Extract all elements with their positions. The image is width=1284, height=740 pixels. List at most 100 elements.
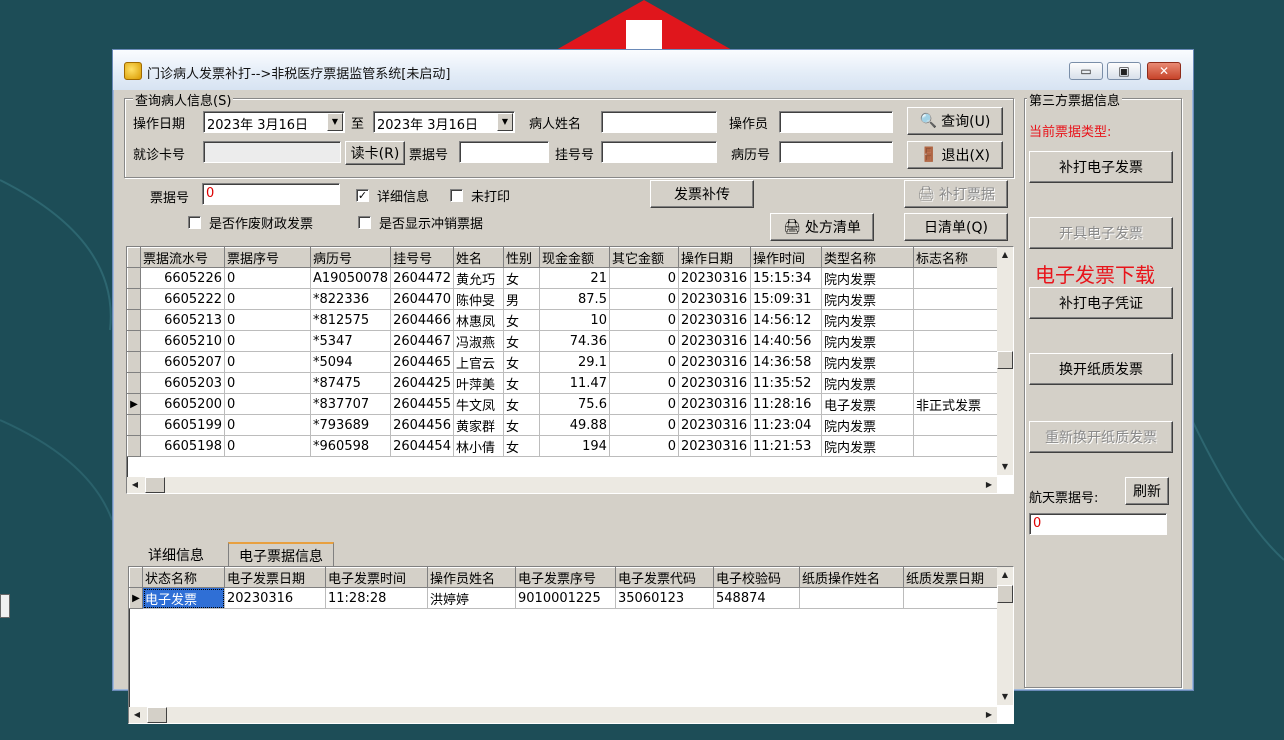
table-cell[interactable]: *5347 <box>310 330 392 352</box>
table-cell[interactable]: 20230316 <box>678 351 751 373</box>
table-cell[interactable]: 黄允巧 <box>453 267 504 289</box>
table-cell[interactable]: 0 <box>224 309 311 331</box>
table-row[interactable]: 6605210 0 *5347 2604467 冯淑燕女 74.36 0 20230316 14… <box>127 330 1007 352</box>
table-row[interactable]: 6605207 0 *5094 2604465 上官云女 29.1 0 20230316 14:… <box>127 351 1007 373</box>
table-cell[interactable]: 6605226 <box>140 267 225 289</box>
table-cell[interactable] <box>799 587 904 609</box>
table-cell[interactable]: 女 <box>503 414 540 436</box>
table-cell[interactable]: 0 <box>224 288 311 310</box>
table-cell[interactable]: 院内发票 <box>821 351 914 373</box>
table-cell[interactable]: 女 <box>503 309 540 331</box>
table-cell[interactable] <box>913 288 1002 310</box>
table-cell[interactable]: 6605213 <box>140 309 225 331</box>
exit-button[interactable]: 🚪 退出(X) <box>907 141 1003 169</box>
table-cell[interactable]: 0 <box>609 309 679 331</box>
table-cell[interactable]: 牛文凤 <box>453 393 504 415</box>
e-invoice-grid-hscroll[interactable]: ◀ ▶ <box>129 707 997 723</box>
table-row[interactable]: 6605199 0 *793689 2604456 黄家群女 49.88 0 20230316… <box>127 414 1007 436</box>
table-cell[interactable]: 14:36:58 <box>750 351 822 373</box>
row-indicator[interactable] <box>127 351 141 373</box>
table-cell[interactable]: 男 <box>503 288 540 310</box>
vscroll-thumb[interactable] <box>997 585 1013 603</box>
table-cell[interactable] <box>913 309 1002 331</box>
column-header[interactable]: 性别 <box>502 247 540 268</box>
table-cell[interactable]: 0 <box>224 393 311 415</box>
table-cell[interactable]: 11:35:52 <box>750 372 822 394</box>
scroll-left-icon[interactable]: ◀ <box>129 707 145 723</box>
table-cell[interactable]: 0 <box>609 351 679 373</box>
table-row[interactable]: 6605226 0 A19050078 2604472 黄允巧女 21 0 20230316 1… <box>127 267 1007 289</box>
e-invoice-grid[interactable]: 状态名称 电子发票日期 电子发票时间 操作员姓名 电子发票序号 电子发票代码 电子校验码 纸质… <box>128 566 1014 724</box>
show-reversed-checkbox[interactable]: 是否显示冲销票据 <box>358 213 483 232</box>
table-cell[interactable]: 49.88 <box>539 414 610 436</box>
table-cell[interactable]: 0 <box>609 330 679 352</box>
table-cell[interactable]: 11:21:53 <box>750 435 822 457</box>
table-cell[interactable]: 0 <box>224 330 311 352</box>
table-cell[interactable]: 20230316 <box>678 393 751 415</box>
column-header[interactable]: 状态名称 <box>142 567 225 588</box>
filter-bill-input[interactable]: 0 <box>202 183 340 205</box>
table-cell[interactable]: 0 <box>609 393 679 415</box>
table-cell[interactable]: 11:23:04 <box>750 414 822 436</box>
table-cell[interactable] <box>913 267 1002 289</box>
chevron-down-icon[interactable]: ▼ <box>327 113 343 131</box>
table-cell[interactable]: 548874 <box>713 587 800 609</box>
table-cell[interactable]: 0 <box>224 267 311 289</box>
table-cell[interactable]: 0 <box>224 351 311 373</box>
table-cell[interactable] <box>913 351 1002 373</box>
table-cell[interactable]: 院内发票 <box>821 414 914 436</box>
table-cell[interactable]: 2604456 <box>390 414 454 436</box>
table-cell[interactable] <box>913 372 1002 394</box>
current-row-pointer-icon[interactable]: ▶ <box>127 393 141 415</box>
column-header[interactable]: 电子发票日期 <box>224 567 326 588</box>
table-cell[interactable]: *812575 <box>310 309 392 331</box>
tab-detail-info[interactable]: 详细信息 <box>138 544 214 566</box>
table-cell[interactable]: 20230316 <box>678 288 751 310</box>
table-cell[interactable]: 2604470 <box>390 288 454 310</box>
table-cell[interactable]: 6605207 <box>140 351 225 373</box>
table-cell[interactable]: 21 <box>539 267 610 289</box>
invoice-grid-hscroll[interactable]: ◀ ▶ <box>127 477 997 493</box>
table-cell[interactable]: *87475 <box>310 372 392 394</box>
table-cell[interactable]: 0 <box>224 414 311 436</box>
table-cell[interactable]: 女 <box>503 393 540 415</box>
table-cell[interactable]: 75.6 <box>539 393 610 415</box>
column-header[interactable]: 纸质发票日期 <box>903 567 998 588</box>
column-header[interactable]: 现金金额 <box>538 247 610 268</box>
table-cell[interactable]: 电子发票 <box>142 587 225 609</box>
column-header[interactable]: 电子校验码 <box>713 567 800 588</box>
column-header[interactable]: 挂号号 <box>390 247 454 268</box>
table-cell[interactable]: 14:56:12 <box>750 309 822 331</box>
scroll-up-icon[interactable]: ▲ <box>997 567 1013 583</box>
table-cell[interactable]: 院内发票 <box>821 435 914 457</box>
scroll-up-icon[interactable]: ▲ <box>997 247 1013 263</box>
table-cell[interactable]: 74.36 <box>539 330 610 352</box>
reprint-bill-button[interactable]: 🖨 补打票据 <box>904 180 1008 208</box>
row-indicator[interactable] <box>127 330 141 352</box>
table-cell[interactable]: 6605200 <box>140 393 225 415</box>
table-cell[interactable]: 6605199 <box>140 414 225 436</box>
table-cell[interactable]: *793689 <box>310 414 392 436</box>
table-cell[interactable]: 洪婷婷 <box>427 587 516 609</box>
read-card-button[interactable]: 读卡(R) <box>345 141 405 165</box>
detail-info-checkbox[interactable]: ✓ 详细信息 <box>356 186 429 205</box>
row-indicator[interactable] <box>127 309 141 331</box>
table-cell[interactable]: 女 <box>503 372 540 394</box>
table-cell[interactable]: 0 <box>224 372 311 394</box>
card-no-input[interactable] <box>203 141 341 163</box>
table-cell[interactable]: *837707 <box>310 393 392 415</box>
current-row-pointer-icon[interactable]: ▶ <box>129 587 143 609</box>
table-cell[interactable]: 女 <box>503 267 540 289</box>
row-indicator[interactable] <box>127 288 141 310</box>
table-cell[interactable]: 20230316 <box>678 435 751 457</box>
row-indicator[interactable] <box>127 267 141 289</box>
table-cell[interactable]: 2604425 <box>390 372 454 394</box>
column-header[interactable]: 电子发票序号 <box>515 567 616 588</box>
table-cell[interactable]: 院内发票 <box>821 288 914 310</box>
scroll-right-icon[interactable]: ▶ <box>981 707 997 723</box>
column-header[interactable]: 电子发票代码 <box>615 567 714 588</box>
table-cell[interactable]: 2604466 <box>390 309 454 331</box>
table-cell[interactable]: 2604465 <box>390 351 454 373</box>
table-cell[interactable] <box>903 587 998 609</box>
table-cell[interactable] <box>913 330 1002 352</box>
